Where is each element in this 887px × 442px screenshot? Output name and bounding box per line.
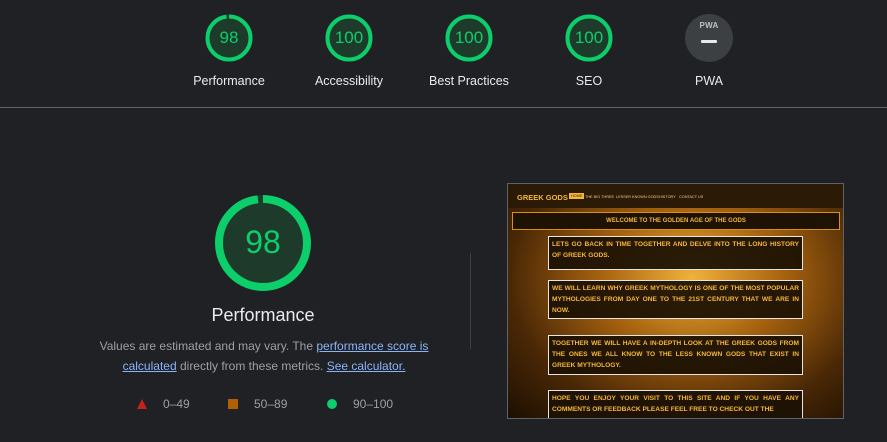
gauge-label: PWA [694, 74, 723, 88]
gauge-ring: 100 [325, 14, 373, 62]
gauge-label: SEO [575, 74, 603, 88]
site-nav-history: HISTORY [659, 195, 676, 199]
site-paragraph: WE WILL LEARN WHY GREEK MYTHOLOGY IS ONE… [548, 280, 803, 319]
gauge-label: Accessibility [314, 74, 384, 88]
gauge-ring: 98 [205, 14, 253, 62]
gauge-label: Performance [193, 74, 265, 88]
legend-range: 0–49 [163, 397, 190, 411]
triangle-icon [137, 399, 147, 409]
gauge-score: 100 [574, 28, 604, 47]
gauge-accessibility[interactable]: 100 Accessibility [289, 14, 409, 88]
gauge-label: Best Practices [429, 74, 509, 88]
pwa-badge-icon: PWA [685, 14, 733, 62]
see-calculator-link[interactable]: See calculator. [327, 359, 406, 373]
score-description: Values are estimated and may vary. The p… [88, 336, 440, 376]
legend-range: 50–89 [254, 397, 288, 411]
site-navbar: GREEK GODS HOME THE BIG THREE LESSER KNO… [508, 184, 843, 208]
site-brand: GREEK GODS [517, 193, 568, 202]
desc-mid: directly from these metrics. [176, 359, 327, 373]
square-icon [228, 399, 238, 409]
pwa-badge-text: PWA [699, 21, 719, 30]
performance-gauge: 98 [213, 193, 313, 293]
gauge-ring: 100 [445, 14, 493, 62]
site-nav-big-three: THE BIG THREE [585, 195, 615, 199]
page-screenshot-thumbnail[interactable]: GREEK GODS HOME THE BIG THREE LESSER KNO… [507, 183, 844, 419]
site-nav-contact: CONTACT US [679, 195, 704, 199]
desc-prefix: Values are estimated and may vary. The [99, 339, 317, 353]
gauge-score: 98 [219, 28, 239, 47]
performance-title: Performance [211, 305, 315, 325]
divider [470, 253, 471, 349]
circle-icon [327, 399, 337, 409]
site-nav-lesser-gods: LESSER KNOWN GODS [616, 195, 659, 199]
gauge-score: 100 [454, 28, 484, 47]
site-nav-home: HOME [569, 193, 585, 199]
gauge-best-practices[interactable]: 100 Best Practices [409, 14, 529, 88]
gauge-pwa[interactable]: PWA PWA [649, 14, 769, 88]
site-welcome-banner: WELCOME TO THE GOLDEN AGE OF THE GODS [512, 212, 840, 230]
performance-score: 98 [245, 224, 281, 260]
gauge-performance[interactable]: 98 Performance [169, 14, 289, 88]
site-paragraph: TOGETHER WE WILL HAVE A IN-DEPTH LOOK AT… [548, 335, 803, 375]
site-paragraph: LETS GO BACK IN TIME TOGETHER AND DELVE … [548, 236, 803, 270]
gauge-ring: 100 [565, 14, 613, 62]
dash-icon [701, 40, 717, 43]
gauge-seo[interactable]: 100 SEO [529, 14, 649, 88]
category-scores-bar: 98 Performance 100 Accessibility 100 Bes… [0, 0, 887, 108]
gauge-score: 100 [334, 28, 364, 47]
legend-range: 90–100 [353, 397, 394, 411]
site-paragraph: HOPE YOU ENJOY YOUR VISIT TO THIS SITE A… [548, 390, 803, 418]
